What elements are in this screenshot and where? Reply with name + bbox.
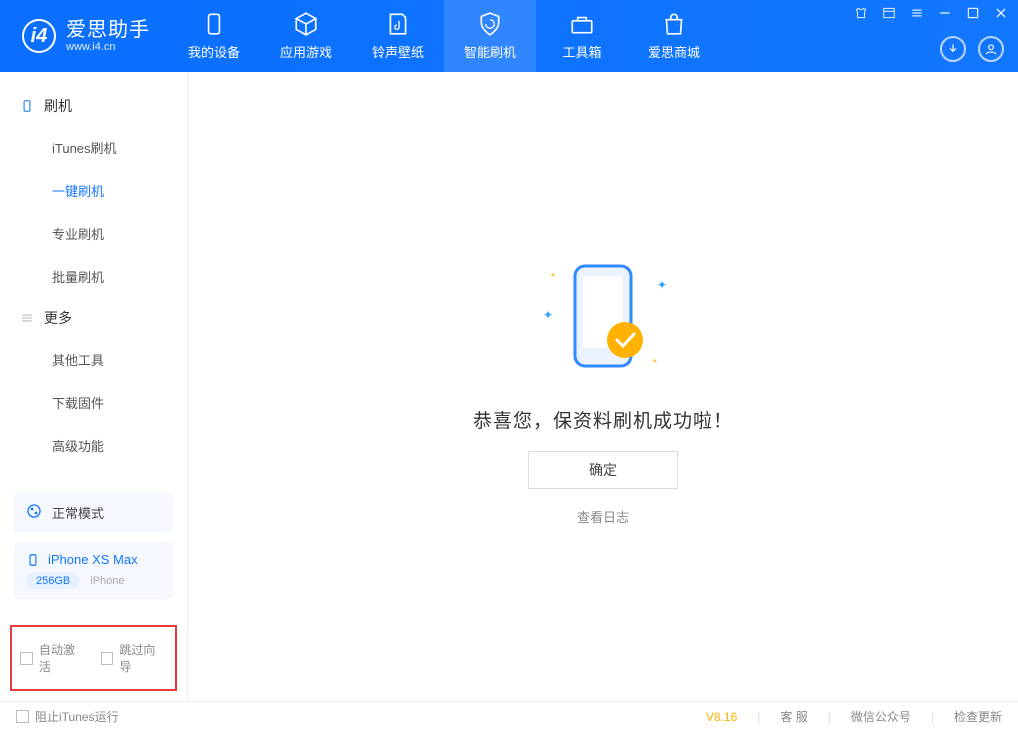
checkbox-icon xyxy=(20,652,33,665)
sparkle-icon: ✦ xyxy=(657,278,667,292)
checkbox-block-itunes[interactable]: 阻止iTunes运行 xyxy=(16,708,119,725)
view-log-link[interactable]: 查看日志 xyxy=(577,507,629,526)
tab-apps-games[interactable]: 应用游戏 xyxy=(260,0,352,72)
minimize-icon[interactable] xyxy=(938,6,952,23)
shirt-icon[interactable] xyxy=(854,6,868,23)
sidebar-status: 正常模式 iPhone XS Max 256GB iPhone xyxy=(0,493,187,619)
sidebar-item-batch-flash[interactable]: 批量刷机 xyxy=(0,255,187,298)
sidebar-item-advanced[interactable]: 高级功能 xyxy=(0,424,187,467)
success-illustration: ✦ ✦ • • xyxy=(533,248,673,388)
app-header: i4 爱思助手 www.i4.cn 我的设备 应用游戏 铃声壁纸 智能刷机 工具… xyxy=(0,0,1018,72)
music-file-icon xyxy=(385,11,411,37)
sparkle-icon: • xyxy=(551,268,555,282)
menu-icon[interactable] xyxy=(910,6,924,23)
sidebar-group-more: 更多 xyxy=(0,298,187,338)
sidebar-item-itunes-flash[interactable]: iTunes刷机 xyxy=(0,126,187,169)
sidebar-item-download-firmware[interactable]: 下载固件 xyxy=(0,381,187,424)
checkbox-icon xyxy=(101,652,114,665)
checkbox-auto-activate[interactable]: 自动激活 xyxy=(20,641,87,675)
ok-button[interactable]: 确定 xyxy=(528,451,678,489)
checkbox-icon xyxy=(16,710,29,723)
tab-my-device[interactable]: 我的设备 xyxy=(168,0,260,72)
phone-small-icon xyxy=(26,553,40,567)
mode-label: 正常模式 xyxy=(52,503,104,522)
phone-icon xyxy=(20,99,34,113)
sparkle-icon: ✦ xyxy=(543,308,553,322)
device-capacity: 256GB xyxy=(26,573,80,589)
sidebar-group-flash: 刷机 xyxy=(0,86,187,126)
flash-options-highlight: 自动激活 跳过向导 xyxy=(10,625,177,691)
main-area: ✦ ✦ • • 恭喜您，保资料刷机成功啦！ 确定 查看日志 xyxy=(188,72,1018,701)
device-card[interactable]: iPhone XS Max 256GB iPhone xyxy=(14,542,173,599)
checkbox-skip-guide[interactable]: 跳过向导 xyxy=(101,641,168,675)
window-controls xyxy=(854,6,1008,23)
bag-icon xyxy=(661,11,687,37)
logo-icon: i4 xyxy=(22,19,56,53)
list-icon xyxy=(20,311,34,325)
footer-support[interactable]: 客 服 xyxy=(780,708,807,725)
user-button[interactable] xyxy=(978,36,1004,62)
version-label: V8.16 xyxy=(706,710,737,724)
tab-ringtones[interactable]: 铃声壁纸 xyxy=(352,0,444,72)
success-message: 恭喜您，保资料刷机成功啦！ xyxy=(473,406,733,433)
toolbox-icon xyxy=(569,11,595,37)
nav-tabs: 我的设备 应用游戏 铃声壁纸 智能刷机 工具箱 爱思商城 xyxy=(168,0,720,72)
shield-sync-icon xyxy=(477,11,503,37)
tab-smart-flash[interactable]: 智能刷机 xyxy=(444,0,536,72)
cube-icon xyxy=(293,11,319,37)
close-icon[interactable] xyxy=(994,6,1008,23)
footer-wechat[interactable]: 微信公众号 xyxy=(851,708,911,725)
device-icon xyxy=(201,11,227,37)
mode-icon xyxy=(26,503,42,522)
mode-card[interactable]: 正常模式 xyxy=(14,493,173,532)
tab-store[interactable]: 爱思商城 xyxy=(628,0,720,72)
app-name: 爱思助手 xyxy=(66,19,150,41)
sparkle-icon: • xyxy=(653,354,657,368)
device-name-row: iPhone XS Max xyxy=(26,552,161,567)
footer: 阻止iTunes运行 V8.16 | 客 服 | 微信公众号 | 检查更新 xyxy=(0,701,1018,731)
logo-area: i4 爱思助手 www.i4.cn xyxy=(0,0,168,72)
layout-icon[interactable] xyxy=(882,6,896,23)
tab-toolbox[interactable]: 工具箱 xyxy=(536,0,628,72)
sidebar-item-other-tools[interactable]: 其他工具 xyxy=(0,338,187,381)
app-url: www.i4.cn xyxy=(66,41,150,53)
sidebar-item-pro-flash[interactable]: 专业刷机 xyxy=(0,212,187,255)
sidebar: 刷机 iTunes刷机 一键刷机 专业刷机 批量刷机 更多 其他工具 下载固件 … xyxy=(0,72,188,701)
maximize-icon[interactable] xyxy=(966,6,980,23)
sidebar-item-oneclick-flash[interactable]: 一键刷机 xyxy=(0,169,187,212)
header-actions xyxy=(940,36,1004,62)
footer-update[interactable]: 检查更新 xyxy=(954,708,1002,725)
device-type: iPhone xyxy=(90,575,124,587)
download-button[interactable] xyxy=(940,36,966,62)
